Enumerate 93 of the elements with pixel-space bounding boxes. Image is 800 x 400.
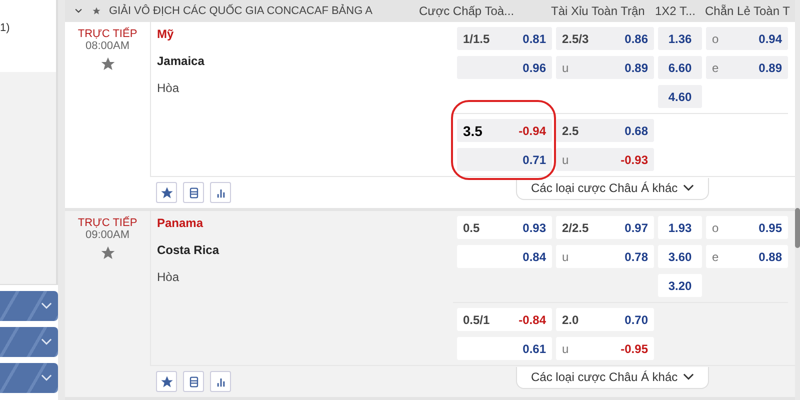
total-line: u xyxy=(562,250,569,264)
live-label: TRỰC TIẾP xyxy=(78,28,138,40)
draw-label: Hòa xyxy=(157,81,180,95)
odds-cell[interactable]: 1.93 xyxy=(658,216,702,239)
odds-value: 0.94 xyxy=(758,32,782,46)
odds-cell[interactable]: 0.96 xyxy=(457,56,552,79)
match-time: 08:00AM xyxy=(85,40,130,52)
odd-even-label: e xyxy=(712,250,719,264)
odds-value: -0.93 xyxy=(620,152,648,166)
column-header: Cược Chấp Toà... xyxy=(419,4,516,18)
odds-cell[interactable]: 1.36 xyxy=(658,27,702,50)
odds-cell[interactable]: 0.61 xyxy=(457,337,552,360)
odds-value: 0.71 xyxy=(522,152,546,166)
odds-cell[interactable]: 3.20 xyxy=(658,274,702,297)
odds-cell[interactable]: 1/1.5 0.81 xyxy=(457,27,552,50)
odds-value: 0.97 xyxy=(624,220,648,234)
total-line: 2.5/3 xyxy=(562,32,589,46)
handicap-line: 3.5 xyxy=(463,122,482,138)
odds-cell[interactable]: 0.5/1 -0.84 xyxy=(457,308,552,331)
more-bets-tab[interactable]: Các loại cược Châu Á khác xyxy=(516,178,709,200)
odds-cell[interactable]: 3.60 xyxy=(658,245,702,268)
league-title: GIẢI VÔ ĐỊCH CÁC QUỐC GIA CONCACAF BẢNG A xyxy=(109,5,374,17)
odds-cell[interactable]: 2.5 0.68 xyxy=(556,119,654,142)
odds-cell[interactable]: e 0.89 xyxy=(706,56,788,79)
odds-cell[interactable]: 2/2.5 0.97 xyxy=(556,216,654,239)
odds-value: 0.70 xyxy=(624,312,648,326)
odds-cell[interactable]: u -0.95 xyxy=(556,337,654,360)
chevron-icon xyxy=(41,338,52,346)
odds-cell[interactable]: 0.5 0.93 xyxy=(457,216,552,239)
total-line: 2.5 xyxy=(562,124,579,138)
list-icon[interactable] xyxy=(183,182,204,203)
odds-cell[interactable]: 0.71 xyxy=(457,148,552,171)
odds-cell[interactable]: 0.84 xyxy=(457,245,552,268)
odd-even-label: e xyxy=(712,60,719,74)
odds-value: 0.84 xyxy=(522,250,546,264)
total-line: u xyxy=(562,342,569,356)
column-header: 1X2 T... xyxy=(655,4,696,18)
draw-label: Hòa xyxy=(157,270,180,284)
chevron-icon xyxy=(41,302,52,310)
away-team: Jamaica xyxy=(157,54,206,68)
scrollbar[interactable] xyxy=(795,208,800,248)
chevron-icon xyxy=(682,184,694,192)
total-line: u xyxy=(562,60,569,74)
chevron-icon xyxy=(41,374,52,382)
live-label: TRỰC TIẾP xyxy=(78,217,138,229)
odds-cell[interactable]: o 0.95 xyxy=(706,216,788,239)
home-team: Mỹ xyxy=(157,27,175,41)
bar-chart-icon[interactable] xyxy=(210,371,231,392)
handicap-line: 1/1.5 xyxy=(463,32,490,46)
odds-cell[interactable]: 4.60 xyxy=(658,85,702,108)
odds-cell[interactable]: 6.60 xyxy=(658,56,702,79)
odds-cell[interactable]: 2.5/3 0.86 xyxy=(556,27,654,50)
column-header: Tài Xỉu Toàn Trận xyxy=(551,4,646,18)
odds-cell[interactable]: u 0.78 xyxy=(556,245,654,268)
odds-value: 0.61 xyxy=(522,342,546,356)
odds-cell[interactable]: u -0.93 xyxy=(556,148,654,171)
odds-value: -0.84 xyxy=(518,312,546,326)
home-team: Panama xyxy=(157,216,204,230)
odds-value: 0.86 xyxy=(624,32,648,46)
column-header: Chẵn Lẻ Toàn T xyxy=(705,4,791,18)
total-line: 2/2.5 xyxy=(562,220,589,234)
odd-even-label: o xyxy=(712,220,719,234)
odds-cell[interactable]: 2.0 0.70 xyxy=(556,308,654,331)
odds-value: 0.68 xyxy=(624,124,648,138)
list-icon[interactable] xyxy=(183,371,204,392)
match-time: 09:00AM xyxy=(85,229,130,241)
odds-value: 0.95 xyxy=(758,220,782,234)
more-bets-tab[interactable]: Các loại cược Châu Á khác xyxy=(516,366,709,388)
handicap-line: 0.5/1 xyxy=(463,312,490,326)
odds-value: 0.89 xyxy=(758,60,782,74)
odd-even-label: o xyxy=(712,32,719,46)
star-icon[interactable] xyxy=(100,56,116,72)
sidebar-text: 1) xyxy=(0,22,10,34)
away-team: Costa Rica xyxy=(157,243,220,257)
chevron-icon[interactable] xyxy=(75,7,82,15)
odds-value: 0.96 xyxy=(522,60,546,74)
total-line: u xyxy=(562,152,569,166)
bar-chart-icon[interactable] xyxy=(210,182,231,203)
handicap-line: 0.5 xyxy=(463,220,480,234)
odds-value: 0.93 xyxy=(522,220,546,234)
odds-cell[interactable]: 3.5 -0.94 xyxy=(457,119,552,142)
total-line: 2.0 xyxy=(562,312,579,326)
odds-value: 0.88 xyxy=(758,250,782,264)
odds-value: -0.94 xyxy=(518,124,546,138)
odds-cell[interactable]: e 0.88 xyxy=(706,245,788,268)
odds-cell[interactable]: o 0.94 xyxy=(706,27,788,50)
odds-cell[interactable]: u 0.89 xyxy=(556,56,654,79)
star-icon[interactable] xyxy=(100,245,116,261)
odds-value: 0.89 xyxy=(624,60,648,74)
odds-value: 0.81 xyxy=(522,32,546,46)
odds-value: 0.78 xyxy=(624,250,648,264)
chevron-icon xyxy=(682,373,694,381)
odds-value: -0.95 xyxy=(620,342,648,356)
